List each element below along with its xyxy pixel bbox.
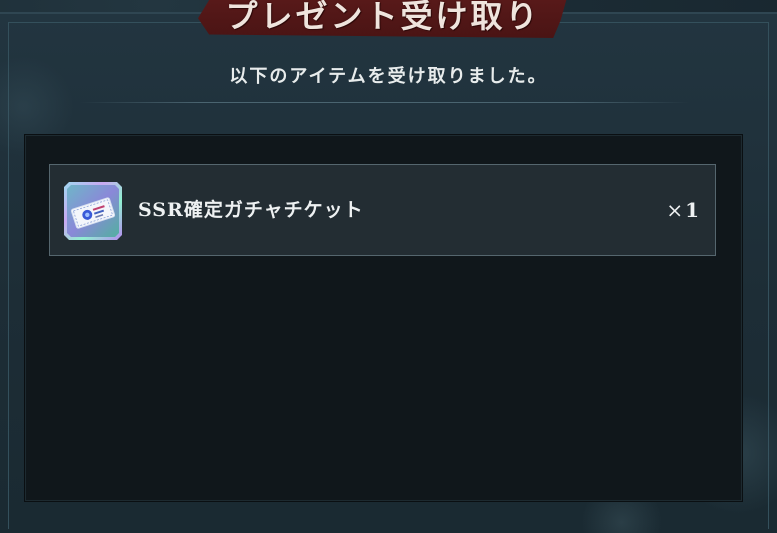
- title-divider: [80, 102, 689, 103]
- present-receive-dialog: プレゼント受け取り 以下のアイテムを受け取りました。 SSR確定ガチャチケット …: [0, 0, 777, 533]
- dialog-title: プレゼント受け取り: [225, 0, 541, 35]
- dialog-subtitle: 以下のアイテムを受け取りました。: [229, 66, 548, 87]
- list-item[interactable]: SSR確定ガチャチケット × 1: [49, 164, 716, 256]
- quantity-prefix: ×: [666, 198, 684, 222]
- item-name: SSR確定ガチャチケット: [138, 199, 364, 221]
- item-quantity: × 1: [666, 165, 699, 255]
- quantity-value: 1: [685, 198, 699, 222]
- gacha-ticket-icon: [63, 181, 123, 241]
